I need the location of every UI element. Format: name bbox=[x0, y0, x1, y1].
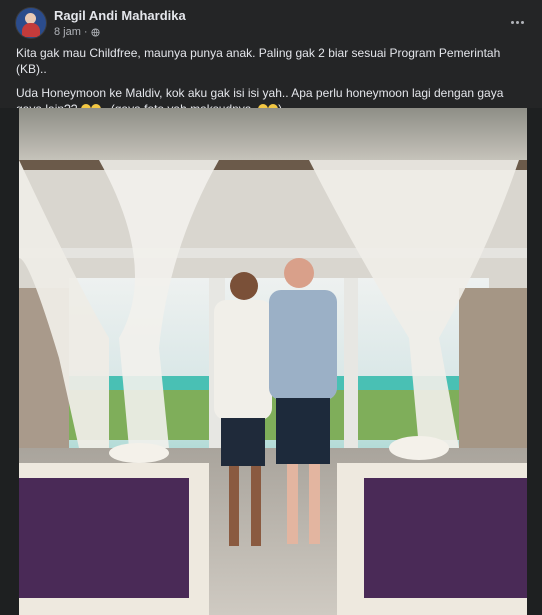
post-photo[interactable] bbox=[0, 108, 542, 615]
post-header: Ragil Andi Mahardika 8 jam · bbox=[0, 0, 542, 44]
post-meta: 8 jam · bbox=[54, 26, 100, 38]
post-time[interactable]: 8 jam bbox=[54, 26, 81, 38]
globe-icon bbox=[91, 27, 100, 37]
post-paragraph-1: Kita gak mau Childfree, maunya punya ana… bbox=[16, 46, 501, 76]
author-name[interactable]: Ragil Andi Mahardika bbox=[54, 8, 186, 23]
facebook-post: Ragil Andi Mahardika 8 jam · Kita gak ma… bbox=[0, 0, 542, 615]
more-options-icon[interactable] bbox=[506, 12, 528, 32]
author-avatar[interactable] bbox=[16, 8, 46, 38]
bedroom-photo bbox=[19, 108, 527, 615]
photo-scene bbox=[19, 108, 527, 615]
